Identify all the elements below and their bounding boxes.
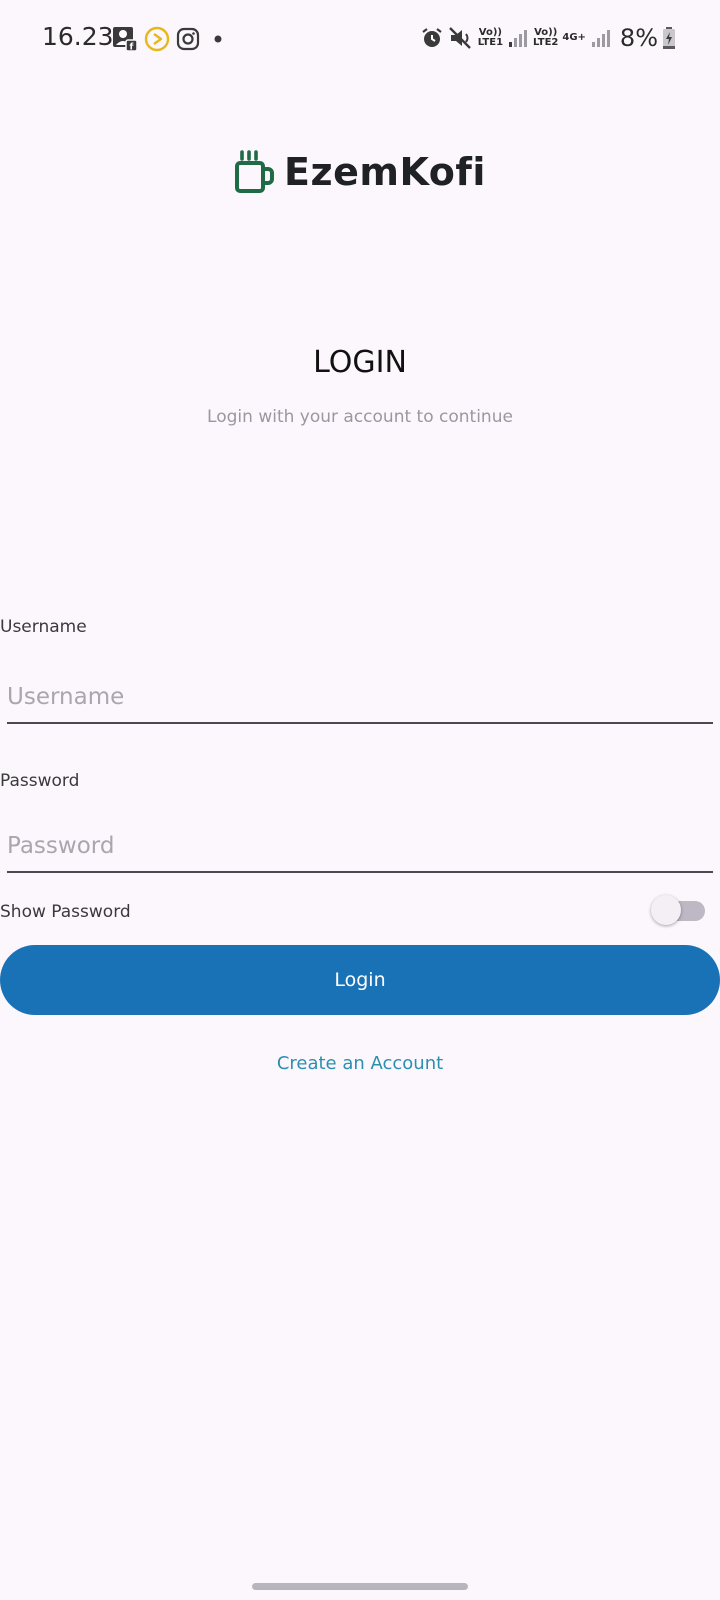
instagram-icon [176, 27, 200, 51]
signal-icon [509, 30, 528, 47]
contact-card-icon: f [113, 27, 138, 53]
create-account-link[interactable]: Create an Account [0, 1053, 720, 1074]
sim1-lte-label: LTE1 [477, 37, 504, 48]
page-title: LOGIN [313, 345, 407, 380]
page-subtitle: Login with your account to continue [207, 407, 513, 427]
show-password-toggle[interactable] [651, 895, 705, 925]
signal-icon [591, 30, 610, 47]
status-icons-right: Vo)) LTE1 Vo)) LTE2 4G+ 8% [420, 24, 676, 52]
sim1-network: Vo)) LTE1 [478, 28, 503, 48]
sim2-network: Vo)) LTE2 [533, 28, 558, 48]
play-circle-icon [144, 26, 170, 52]
alarm-icon [422, 28, 442, 47]
username-input[interactable] [7, 672, 713, 724]
battery-charging-icon [663, 27, 675, 49]
username-label: Username [0, 617, 87, 637]
status-icons-left: f [112, 26, 226, 52]
dot-icon [214, 35, 222, 43]
toggle-thumb [651, 895, 681, 925]
battery-percent: 8% [619, 24, 658, 52]
status-time: 16.23 [42, 22, 114, 51]
password-input[interactable] [7, 821, 713, 873]
home-indicator[interactable] [252, 1583, 468, 1590]
show-password-label: Show Password [0, 902, 131, 922]
brand-logo: EzemKofi [0, 150, 720, 194]
network-type-label: 4G+ [562, 32, 586, 43]
brand-name: EzemKofi [284, 150, 486, 194]
mute-icon [448, 27, 471, 49]
sim2-lte-label: LTE2 [533, 37, 559, 48]
password-label: Password [0, 771, 80, 791]
login-button[interactable]: Login [0, 945, 720, 1015]
coffee-mug-icon [235, 150, 275, 193]
svg-text:f: f [130, 43, 134, 53]
